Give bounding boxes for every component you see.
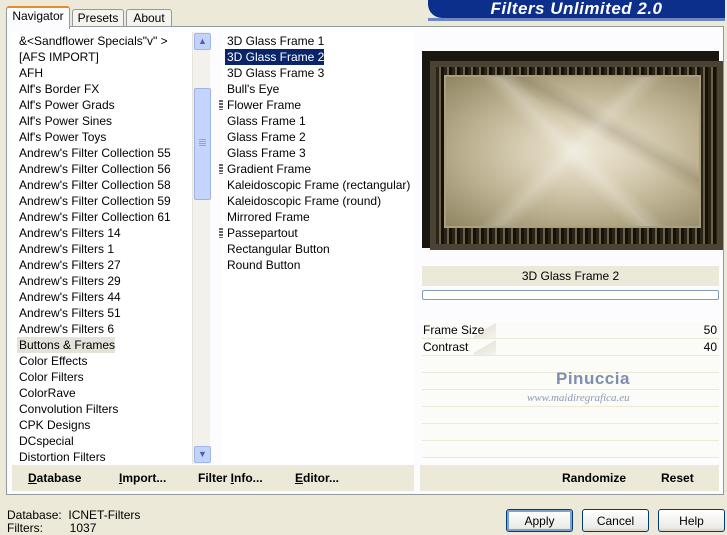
category-item[interactable]: Andrew's Filters 29	[17, 273, 121, 289]
category-item[interactable]: Alf's Power Toys	[17, 129, 106, 145]
filter-item[interactable]: Kaleidoscopic Frame (round)	[225, 193, 381, 209]
help-button[interactable]: Help	[658, 509, 725, 532]
category-item[interactable]: Andrew's Filters 44	[17, 289, 121, 305]
category-item[interactable]: Color Filters	[17, 369, 84, 385]
category-item[interactable]: Andrew's Filters 1	[17, 241, 114, 257]
category-item[interactable]: Buttons & Frames	[17, 337, 116, 353]
control-value: 50	[703, 323, 717, 337]
empty-control-row	[422, 407, 719, 424]
filter-item-label: Glass Frame 2	[227, 130, 306, 144]
filter-item-label: 3D Glass Frame 3	[227, 66, 325, 80]
category-item[interactable]: DCspecial	[17, 433, 74, 449]
banner-underline	[428, 18, 725, 21]
import-button[interactable]: Import...	[119, 471, 166, 485]
filter-list[interactable]: 3D Glass Frame 1 3D Glass Frame 2 3D Glass…	[219, 32, 414, 464]
tab-navigator[interactable]: Navigator	[6, 6, 70, 29]
category-scrollbar[interactable]: ▲ ▼	[192, 32, 211, 464]
control-label: Contrast	[423, 340, 469, 354]
filter-item-label: Glass Frame 3	[227, 146, 306, 160]
filter-item-label: Mirrored Frame	[227, 210, 310, 224]
control-slider-row[interactable]: Frame Size 50	[422, 322, 719, 339]
filter-info-button[interactable]: Filter Info...	[198, 471, 263, 485]
control-slider-row[interactable]: Contrast 40	[422, 339, 719, 356]
preview-filter-name: 3D Glass Frame 2	[422, 266, 719, 286]
filter-item[interactable]: Flower Frame	[219, 97, 302, 113]
filter-item[interactable]: Mirrored Frame	[225, 209, 310, 225]
tab-about[interactable]: About	[126, 9, 172, 27]
category-item[interactable]: Alf's Power Grads	[17, 97, 115, 113]
filter-item[interactable]: 3D Glass Frame 1	[225, 33, 324, 49]
app-title-banner: Filters Unlimited 2.0	[428, 0, 725, 18]
category-item[interactable]: ColorRave	[17, 385, 76, 401]
filter-item[interactable]: Rectangular Button	[225, 241, 330, 257]
control-value: 40	[703, 340, 717, 354]
filter-preview	[422, 51, 723, 250]
progress-bar	[422, 290, 719, 300]
category-marker-icon	[219, 164, 223, 174]
filter-item[interactable]: Gradient Frame	[219, 161, 312, 177]
filter-item-label: Kaleidoscopic Frame (rectangular)	[227, 178, 411, 192]
database-button[interactable]: Database	[28, 471, 81, 485]
category-item[interactable]: Andrew's Filter Collection 58	[17, 177, 171, 193]
category-item[interactable]: Convolution Filters	[17, 401, 118, 417]
filter-item[interactable]: Round Button	[225, 257, 300, 273]
category-item[interactable]: Andrew's Filter Collection 61	[17, 209, 171, 225]
filter-item[interactable]: 3D Glass Frame 2	[225, 49, 325, 65]
filter-item-label: Passepartout	[227, 226, 298, 240]
status-filters: Filters: 1037	[7, 521, 97, 535]
empty-control-row	[422, 424, 719, 441]
filter-item-label: Bull's Eye	[227, 82, 280, 96]
category-marker-icon	[219, 228, 223, 238]
filter-item-label: Glass Frame 1	[227, 114, 306, 128]
scroll-down-icon[interactable]: ▼	[194, 446, 211, 463]
category-item[interactable]: Alf's Border FX	[17, 81, 99, 97]
filter-item-label: 3D Glass Frame 2	[227, 50, 325, 64]
category-item[interactable]: Andrew's Filter Collection 59	[17, 193, 171, 209]
filter-item-label: Kaleidoscopic Frame (round)	[227, 194, 382, 208]
preview-image	[444, 75, 701, 228]
editor-button[interactable]: Editor...	[295, 471, 339, 485]
control-label: Frame Size	[423, 323, 485, 337]
filter-item[interactable]: Passepartout	[219, 225, 298, 241]
filter-item[interactable]: Kaleidoscopic Frame (rectangular)	[225, 177, 410, 193]
scroll-up-icon[interactable]: ▲	[194, 33, 211, 50]
empty-control-row	[422, 441, 719, 458]
left-button-bar: Database Import... Filter Info... Editor…	[12, 465, 414, 491]
category-marker-icon	[219, 100, 223, 110]
apply-button[interactable]: Apply	[506, 509, 573, 532]
tab-presets[interactable]: Presets	[72, 9, 124, 27]
watermark-name: Pinuccia	[556, 369, 630, 388]
category-item[interactable]: Distortion Filters	[17, 449, 106, 464]
category-item[interactable]: Andrew's Filters 14	[17, 225, 121, 241]
filter-item-label: 3D Glass Frame 1	[227, 34, 325, 48]
category-list[interactable]: &<Sandflower Specials"v" > [AFS IMPORT] AF…	[12, 32, 192, 464]
category-item[interactable]: Andrew's Filters 51	[17, 305, 121, 321]
filter-item[interactable]: 3D Glass Frame 3	[225, 65, 324, 81]
randomize-button[interactable]: Randomize	[562, 471, 626, 485]
category-item[interactable]: CPK Designs	[17, 417, 90, 433]
filter-item-label: Gradient Frame	[227, 162, 312, 176]
filter-item[interactable]: Glass Frame 1	[225, 113, 306, 129]
reset-button[interactable]: Reset	[661, 471, 694, 485]
category-item[interactable]: Color Effects	[17, 353, 87, 369]
slider-track[interactable]	[474, 339, 496, 355]
watermark-url: www.maidiregrafica.eu	[527, 392, 630, 404]
category-item[interactable]: AFH	[17, 65, 43, 81]
category-item[interactable]: Andrew's Filter Collection 55	[17, 145, 171, 161]
filter-item[interactable]: Bull's Eye	[225, 81, 279, 97]
category-item[interactable]: &<Sandflower Specials"v" >	[17, 33, 168, 49]
category-item[interactable]: Andrew's Filters 6	[17, 321, 114, 337]
category-item[interactable]: [AFS IMPORT]	[17, 49, 99, 65]
category-item[interactable]: Alf's Power Sines	[17, 113, 112, 129]
filter-item-label: Flower Frame	[227, 98, 302, 112]
filter-item-label: Rectangular Button	[227, 242, 330, 256]
right-button-bar: Randomize Reset	[420, 465, 719, 491]
category-item[interactable]: Andrew's Filter Collection 56	[17, 161, 171, 177]
cancel-button[interactable]: Cancel	[582, 509, 649, 532]
filter-item-label: Round Button	[227, 258, 301, 272]
category-item[interactable]: Andrew's Filters 27	[17, 257, 121, 273]
filter-item[interactable]: Glass Frame 3	[225, 145, 306, 161]
scroll-thumb[interactable]	[194, 88, 211, 200]
filter-item[interactable]: Glass Frame 2	[225, 129, 306, 145]
